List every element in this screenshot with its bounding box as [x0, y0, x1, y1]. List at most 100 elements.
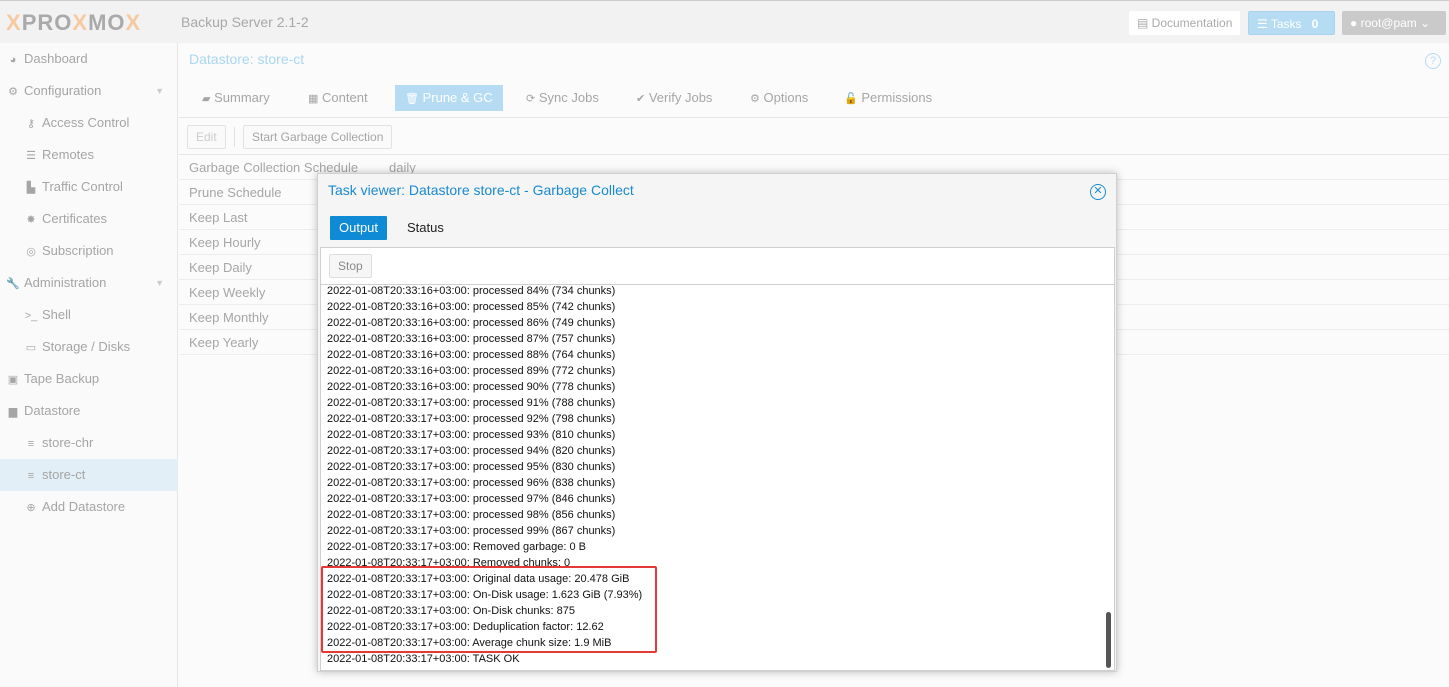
trash-icon: 🗑 [405, 93, 419, 105]
sidebar-item[interactable]: ≡ store-chr [0, 427, 178, 459]
plus-circle-icon: ⊕ [26, 502, 36, 514]
terminal-icon: >_ [24, 310, 38, 322]
sidebar-item[interactable]: ◎ Subscription [0, 235, 178, 267]
row-key: Prune Schedule [189, 185, 282, 200]
dialog-title: Task viewer: Datastore store-ct - Garbag… [328, 182, 634, 198]
sidebar-item-label: Configuration [24, 83, 102, 98]
tab-status[interactable]: Status [398, 216, 453, 240]
database-icon: ≡ [27, 470, 35, 482]
sidebar-item-label: Certificates [42, 211, 108, 226]
list-icon: ☰ [1257, 17, 1271, 31]
start-gc-button[interactable]: Start Garbage Collection [243, 125, 393, 149]
sidebar-item-label: Storage / Disks [42, 339, 131, 354]
log-line: 2022-01-08T20:33:16+03:00: processed 88%… [327, 349, 616, 361]
documentation-button[interactable]: ▤ Documentation [1129, 11, 1241, 35]
chevron-down-icon: ▼ [155, 86, 164, 96]
sidebar-item[interactable]: ✸ Certificates [0, 203, 178, 235]
row-key: Keep Weekly [189, 285, 266, 300]
gears-icon: ⚙ [8, 86, 18, 98]
tab-prune-gc[interactable]: 🗑 Prune & GC [395, 85, 503, 111]
tab-content[interactable]: ▦ Content [298, 85, 378, 111]
log-line: 2022-01-08T20:33:16+03:00: processed 90%… [327, 381, 616, 393]
grid-icon: ▦ [308, 93, 319, 105]
sidebar-item[interactable]: ▙ Traffic Control [0, 171, 178, 203]
toolbar: Edit Start Garbage Collection [179, 117, 1449, 155]
log-line: 2022-01-08T20:33:17+03:00: processed 93%… [327, 429, 616, 441]
sidebar-item[interactable]: ▣ Tape Backup [0, 363, 178, 395]
toolbar-divider [234, 127, 235, 147]
chart-icon: ▙ [26, 182, 36, 194]
sidebar-item-label: Tape Backup [24, 371, 100, 386]
sidebar-item-label: store-ct [42, 467, 86, 482]
sidebar-item-label: Add Datastore [42, 499, 126, 514]
sidebar-item[interactable]: ⚷ Access Control [0, 107, 178, 139]
user-icon: ● [1350, 16, 1361, 30]
highlight-box [321, 566, 657, 653]
log-line: 2022-01-08T20:33:17+03:00: processed 98%… [327, 509, 616, 521]
sidebar-item-label: Subscription [42, 243, 114, 258]
tab-output[interactable]: Output [330, 216, 388, 240]
help-icon[interactable]: ? [1425, 53, 1441, 69]
sidebar: ◕ Dashboard ⚙ Configuration ▼ ⚷ Access Control… [0, 43, 178, 687]
log-line: 2022-01-08T20:33:17+03:00: processed 92%… [327, 413, 616, 425]
tab-summary[interactable]: ▰ Summary [192, 85, 280, 111]
hdd-icon: ▭ [25, 342, 37, 354]
database-icon: ≡ [27, 438, 35, 450]
unlock-icon: 🔓 [844, 93, 858, 105]
sidebar-item-label: Administration [24, 275, 107, 290]
top-header: XPROXMOX Backup Server 2.1-2 ▤ Documenta… [0, 0, 1449, 43]
check-circle-icon: ✔ [636, 93, 646, 105]
log-line: 2022-01-08T20:33:16+03:00: processed 86%… [327, 317, 616, 329]
dashboard-icon: ◕ [9, 54, 17, 66]
sidebar-item[interactable]: ▆ Datastore [0, 395, 178, 427]
certificate-icon: ✸ [26, 214, 36, 226]
user-menu[interactable]: ● root@pam ⌄ [1342, 11, 1446, 35]
close-icon[interactable]: ✕ [1090, 184, 1106, 200]
edit-button[interactable]: Edit [187, 125, 226, 149]
book-icon: ▤ [1137, 16, 1152, 30]
sidebar-item-label: Access Control [42, 115, 130, 130]
sidebar-item-label: store-chr [42, 435, 94, 450]
log-line: 2022-01-08T20:33:17+03:00: processed 95%… [327, 461, 616, 473]
output-toolbar: Stop [321, 248, 1114, 285]
log-line: 2022-01-08T20:33:16+03:00: processed 87%… [327, 333, 616, 345]
tab-sync-jobs[interactable]: ⟳ Sync Jobs [516, 85, 609, 111]
sidebar-item[interactable]: ◕ Dashboard [0, 43, 178, 75]
tab-verify-jobs[interactable]: ✔ Verify Jobs [626, 85, 722, 111]
sidebar-item-label: Shell [42, 307, 71, 322]
server-icon: ☰ [26, 150, 36, 162]
sidebar-item-label: Datastore [24, 403, 81, 418]
tab-options[interactable]: ⚙ Options [740, 85, 818, 111]
log-line: 2022-01-08T20:33:17+03:00: processed 94%… [327, 445, 616, 457]
sidebar-item[interactable]: ▭ Storage / Disks [0, 331, 178, 363]
archive-icon: ▆ [8, 406, 18, 418]
wrench-icon: 🔧 [6, 278, 20, 290]
stop-button[interactable]: Stop [329, 254, 372, 278]
log-line: 2022-01-08T20:33:17+03:00: processed 97%… [327, 493, 616, 505]
scrollbar[interactable] [1106, 612, 1111, 668]
log-line: 2022-01-08T20:33:16+03:00: processed 84%… [327, 285, 616, 297]
sidebar-item[interactable]: ≡ store-ct [0, 459, 178, 491]
tab-permissions[interactable]: 🔓 Permissions [834, 85, 942, 111]
row-key: Keep Hourly [189, 235, 261, 250]
log-line: 2022-01-08T20:33:16+03:00: processed 89%… [327, 365, 616, 377]
gear-icon: ⚙ [750, 93, 760, 105]
sidebar-item[interactable]: ⊕ Add Datastore [0, 491, 178, 523]
sidebar-item[interactable]: ☰ Remotes [0, 139, 178, 171]
sync-icon: ⟳ [526, 93, 536, 105]
tasks-button[interactable]: ☰ Tasks 0 [1248, 11, 1335, 35]
log-line: 2022-01-08T20:33:17+03:00: Removed garba… [327, 541, 586, 553]
log-line: 2022-01-08T20:33:17+03:00: TASK OK [327, 653, 520, 665]
log-line: 2022-01-08T20:33:16+03:00: processed 85%… [327, 301, 616, 313]
row-key: Keep Yearly [189, 335, 259, 350]
book-icon: ▰ [202, 93, 211, 105]
sidebar-item[interactable]: ⚙ Configuration ▼ [0, 75, 178, 107]
sidebar-item-label: Remotes [42, 147, 95, 162]
sidebar-item[interactable]: >_ Shell [0, 299, 178, 331]
proxmox-logo: XPROXMOX [6, 10, 142, 35]
log-line: 2022-01-08T20:33:17+03:00: processed 99%… [327, 525, 616, 537]
tape-icon: ▣ [7, 374, 19, 386]
sidebar-item[interactable]: 🔧 Administration ▼ [0, 267, 178, 299]
log-line: 2022-01-08T20:33:17+03:00: processed 96%… [327, 477, 616, 489]
row-key: Keep Daily [189, 260, 252, 275]
